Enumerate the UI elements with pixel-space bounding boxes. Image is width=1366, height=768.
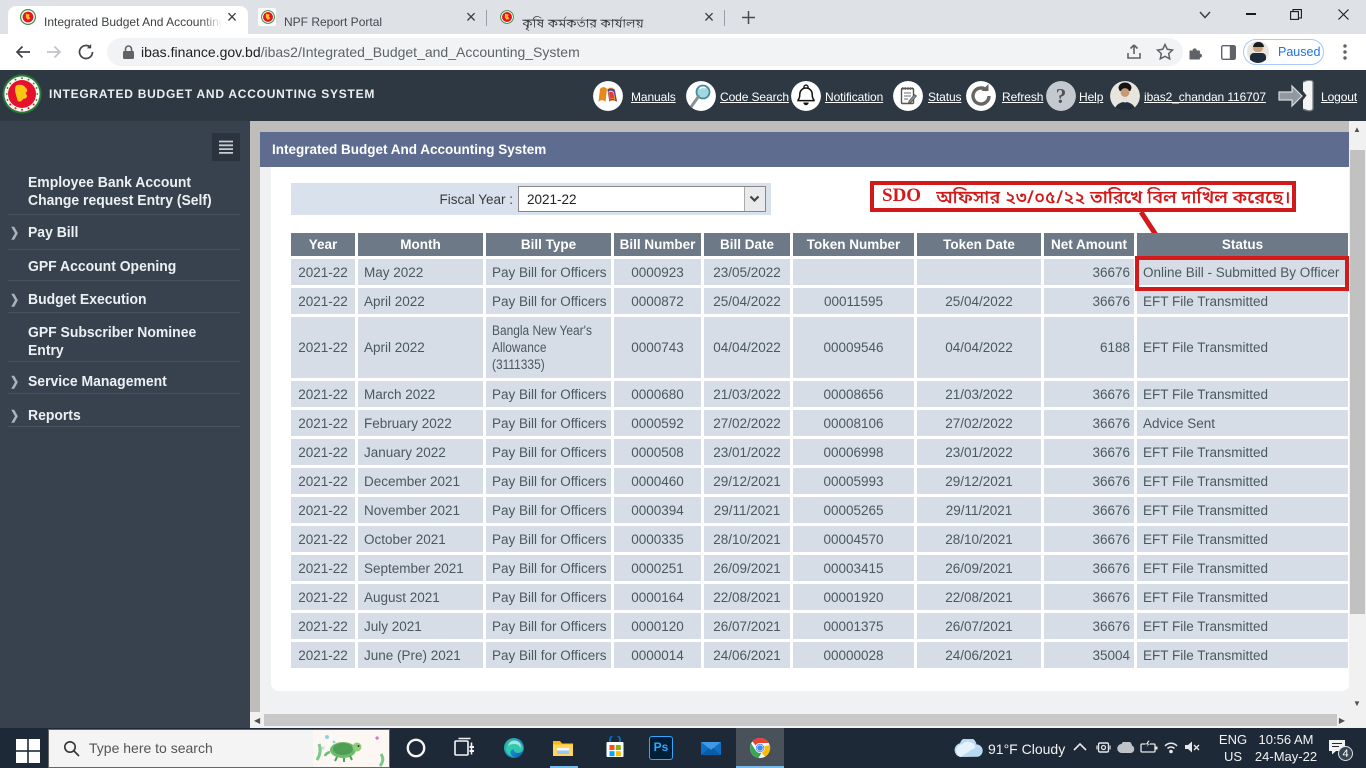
svg-text:?: ?: [1056, 84, 1067, 108]
